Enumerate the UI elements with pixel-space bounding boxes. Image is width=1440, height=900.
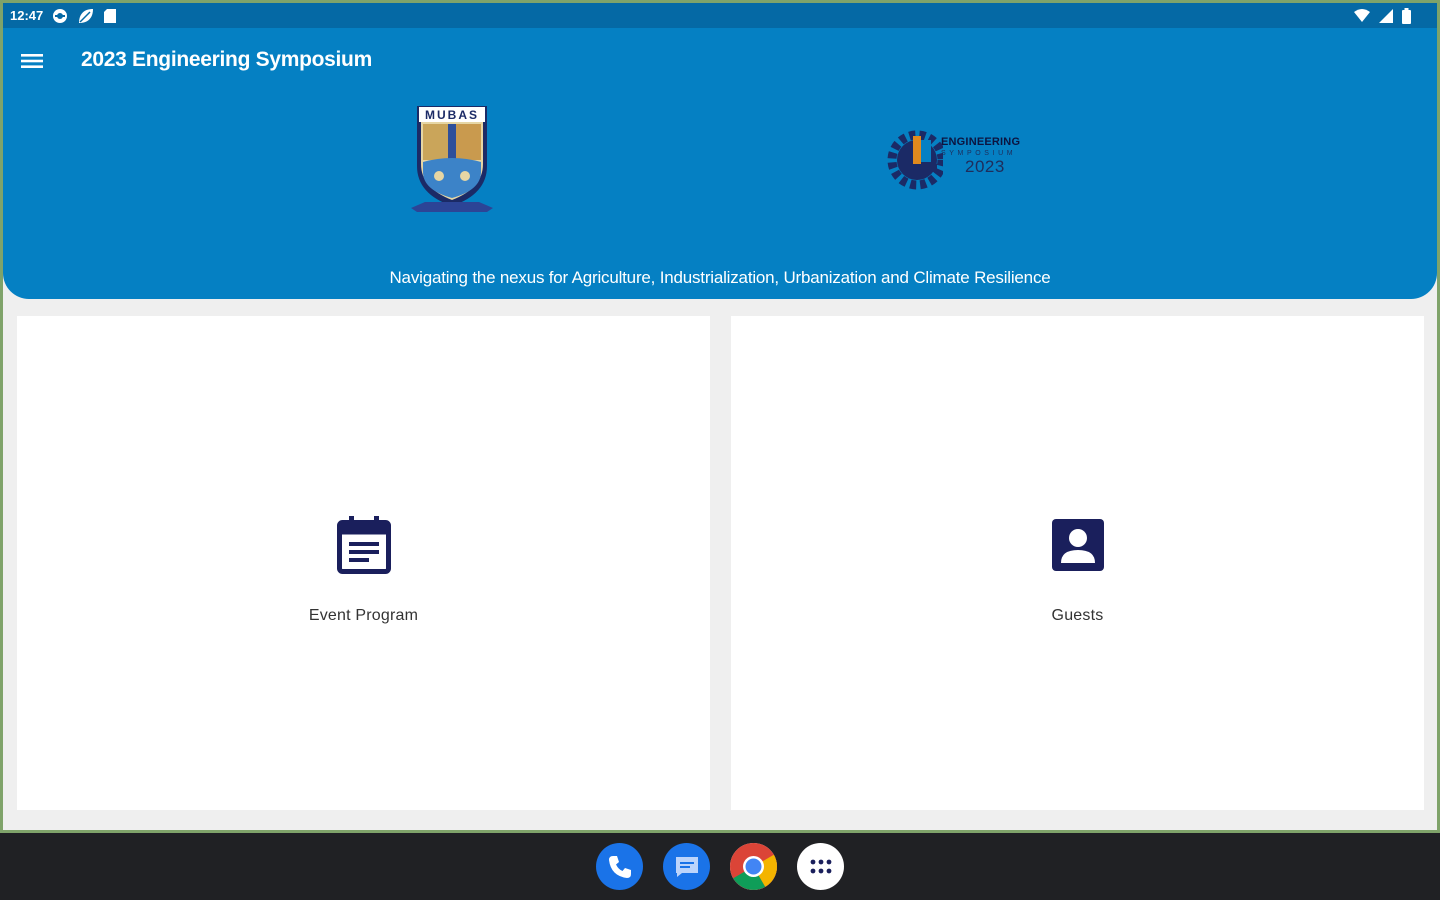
system-taskbar bbox=[0, 833, 1440, 900]
event-tagline: Navigating the nexus for Agriculture, In… bbox=[389, 268, 1051, 287]
symposium-logo-title: ENGINEERING bbox=[941, 136, 1021, 148]
hamburger-icon bbox=[21, 54, 43, 68]
wifi-icon bbox=[1354, 7, 1370, 25]
messages-icon bbox=[675, 856, 698, 877]
settings-icon bbox=[52, 7, 68, 25]
symposium-logo-year: 2023 bbox=[965, 157, 1005, 176]
chrome-icon bbox=[730, 843, 777, 890]
leaf-icon bbox=[77, 7, 94, 25]
app-drawer-icon bbox=[810, 859, 831, 873]
person-icon bbox=[1050, 515, 1106, 575]
sd-card-icon bbox=[103, 7, 117, 25]
app-title: 2023 Engineering Symposium bbox=[81, 48, 372, 71]
symposium-logo-subtitle: SYMPOSIUM bbox=[941, 150, 1017, 157]
university-logo-text: MUBAS bbox=[425, 108, 479, 122]
app-window: 12:47 2023 Engineering Symposium MUBAS E… bbox=[3, 3, 1437, 830]
event-program-card[interactable]: Event Program bbox=[17, 316, 710, 810]
guests-card[interactable]: Guests bbox=[731, 316, 1424, 810]
guests-label: Guests bbox=[1051, 607, 1104, 624]
status-time: 12:47 bbox=[10, 8, 44, 23]
battery-icon bbox=[1402, 7, 1411, 25]
signal-icon bbox=[1379, 7, 1393, 25]
menu-button[interactable] bbox=[19, 50, 45, 72]
chrome-app-button[interactable] bbox=[730, 843, 777, 890]
messages-app-button[interactable] bbox=[663, 843, 710, 890]
status-right bbox=[1354, 7, 1411, 25]
app-header: 2023 Engineering Symposium MUBAS ENGINEE… bbox=[3, 28, 1437, 299]
calendar-icon bbox=[336, 515, 392, 575]
university-logo: MUBAS bbox=[411, 102, 493, 214]
event-program-label: Event Program bbox=[308, 607, 419, 624]
app-drawer-button[interactable] bbox=[797, 843, 844, 890]
phone-app-button[interactable] bbox=[596, 843, 643, 890]
symposium-logo: ENGINEERING SYMPOSIUM 2023 bbox=[887, 126, 1041, 196]
status-left: 12:47 bbox=[10, 7, 117, 25]
status-bar: 12:47 bbox=[3, 3, 1437, 28]
phone-icon bbox=[608, 855, 631, 878]
